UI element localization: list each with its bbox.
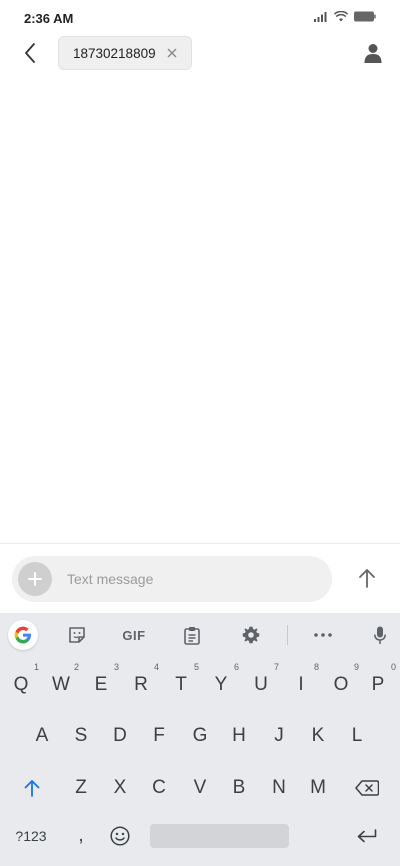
- key-b[interactable]: B: [219, 768, 259, 808]
- comma-key[interactable]: ,: [61, 816, 101, 856]
- emoji-icon: [110, 826, 130, 846]
- backspace-icon: [355, 780, 379, 796]
- key-x[interactable]: X: [100, 768, 140, 808]
- symbols-key[interactable]: ?123: [8, 816, 54, 856]
- key-g[interactable]: G: [180, 716, 220, 756]
- key-v[interactable]: V: [180, 768, 220, 808]
- settings-button[interactable]: [238, 621, 264, 649]
- clipboard-button[interactable]: [179, 621, 205, 649]
- key-c[interactable]: C: [139, 768, 179, 808]
- google-logo-icon: [14, 626, 31, 644]
- more-button[interactable]: [309, 621, 337, 649]
- key-z[interactable]: Z: [61, 768, 101, 808]
- status-icons: [314, 9, 376, 27]
- battery-icon: [354, 9, 376, 27]
- chevron-left-icon: [25, 43, 35, 63]
- key-n[interactable]: N: [259, 768, 299, 808]
- key-h[interactable]: H: [219, 716, 259, 756]
- key-d[interactable]: D: [100, 716, 140, 756]
- close-icon: [167, 48, 177, 58]
- arrow-up-icon: [359, 569, 375, 588]
- keyboard-row-4: ?123 ,: [0, 816, 400, 856]
- back-button[interactable]: [18, 40, 42, 66]
- key-m[interactable]: M: [298, 768, 338, 808]
- sticker-icon: [69, 627, 85, 643]
- attach-button[interactable]: [18, 562, 52, 596]
- keyboard-toolbar: GIF: [0, 613, 400, 657]
- key-e[interactable]: E3: [81, 662, 121, 705]
- sticker-button[interactable]: [64, 621, 90, 649]
- more-icon: [314, 633, 332, 637]
- keyboard-row-1: Q1 W2 E3 R4 T5 Y6 U7 I8 O9 P0: [0, 662, 400, 705]
- compose-bar: [0, 543, 400, 613]
- message-thread: [0, 72, 400, 542]
- enter-key[interactable]: [346, 816, 388, 856]
- voice-input-button[interactable]: [367, 621, 393, 649]
- clipboard-icon: [184, 626, 200, 645]
- space-key[interactable]: [150, 824, 289, 848]
- key-s[interactable]: S: [61, 716, 101, 756]
- person-icon: [364, 44, 382, 63]
- signal-icon: [314, 9, 328, 27]
- key-i[interactable]: I8: [281, 662, 321, 705]
- key-f[interactable]: F: [139, 716, 179, 756]
- contact-button[interactable]: [360, 40, 386, 66]
- keyboard-row-2: A S D F G H J K L: [0, 716, 400, 756]
- mic-icon: [374, 626, 386, 644]
- keyboard-row-3: Z X C V B N M: [0, 768, 400, 808]
- wifi-icon: [333, 9, 349, 27]
- key-w[interactable]: W2: [41, 662, 81, 705]
- key-u[interactable]: U7: [241, 662, 281, 705]
- recipient-chip[interactable]: 18730218809: [58, 36, 192, 70]
- recipient-number: 18730218809: [73, 45, 156, 61]
- gif-icon: GIF: [122, 627, 146, 643]
- key-l[interactable]: L: [337, 716, 377, 756]
- key-q[interactable]: Q1: [1, 662, 41, 705]
- emoji-key[interactable]: [100, 816, 140, 856]
- key-k[interactable]: K: [298, 716, 338, 756]
- conversation-header: 18730218809: [0, 36, 400, 70]
- send-button[interactable]: [356, 566, 378, 590]
- compose-field: [12, 556, 332, 602]
- status-time: 2:36 AM: [24, 10, 74, 26]
- key-j[interactable]: J: [259, 716, 299, 756]
- shift-arrow-icon: [24, 780, 40, 797]
- toolbar-divider: [287, 625, 288, 645]
- key-r[interactable]: R4: [121, 662, 161, 705]
- key-y[interactable]: Y6: [201, 662, 241, 705]
- message-input[interactable]: [67, 571, 307, 587]
- plus-icon: [28, 572, 42, 586]
- key-a[interactable]: A: [22, 716, 62, 756]
- key-o[interactable]: O9: [321, 662, 361, 705]
- gif-button[interactable]: GIF: [118, 621, 150, 649]
- key-t[interactable]: T5: [161, 662, 201, 705]
- google-search-button[interactable]: [8, 620, 38, 650]
- backspace-key[interactable]: [346, 768, 388, 808]
- gear-icon: [242, 626, 260, 644]
- key-p[interactable]: P0: [358, 662, 398, 705]
- shift-key[interactable]: [11, 768, 53, 808]
- remove-recipient-button[interactable]: [165, 46, 179, 60]
- keyboard: GIF Q1 W2 E3 R4 T5 Y6 U7 I8 O9 P0 A S D …: [0, 613, 400, 866]
- status-bar: 2:36 AM: [0, 0, 400, 36]
- enter-icon: [357, 829, 377, 843]
